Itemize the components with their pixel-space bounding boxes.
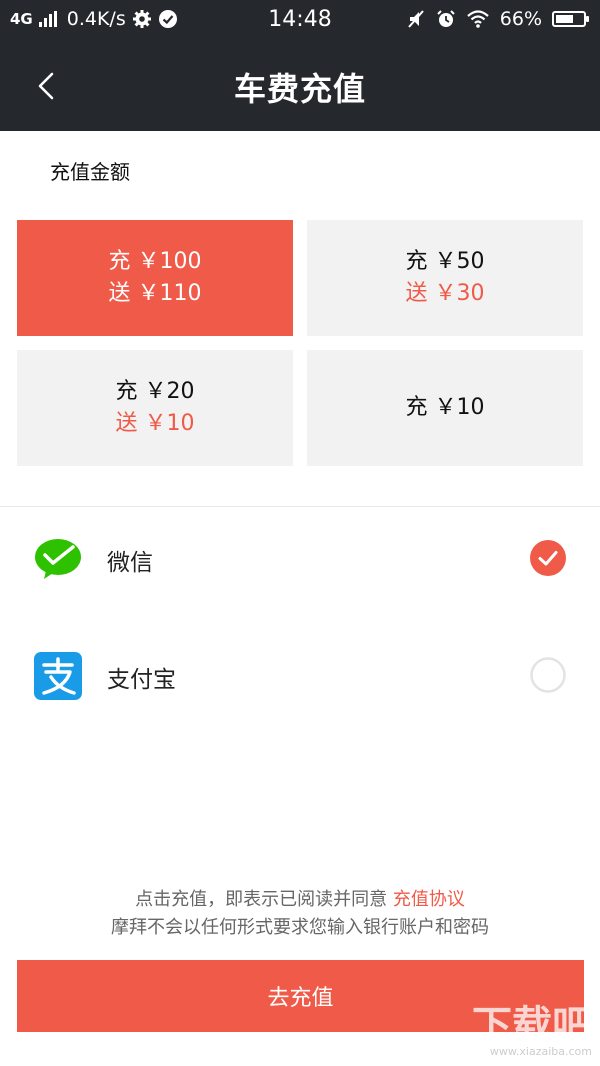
watermark-text: 下载吧 xyxy=(472,1003,592,1049)
charge-amount: 充 ￥50 xyxy=(405,249,485,274)
amount-section-label: 充值金额 xyxy=(50,160,130,184)
mute-icon xyxy=(408,10,424,28)
radio-checked-icon[interactable] xyxy=(530,540,566,576)
payment-option-wechat[interactable]: 微信 xyxy=(0,503,600,613)
agreement-link[interactable]: 充值协议 xyxy=(393,889,465,910)
alipay-icon xyxy=(34,652,82,700)
agreement-text: 点击充值，即表示已阅读并同意 xyxy=(135,889,393,910)
wifi-icon xyxy=(467,10,489,28)
charge-amount: 充 ￥100 xyxy=(108,249,202,274)
amount-option-100[interactable]: 充 ￥100 送 ￥110 xyxy=(17,220,293,336)
watermark-url: www.xiazaiba.com xyxy=(489,1045,592,1058)
navigation-bar: 车费充值 xyxy=(0,40,600,131)
security-notice: 摩拜不会以任何形式要求您输入银行账户和密码 xyxy=(111,917,489,938)
battery-icon xyxy=(552,11,589,27)
bonus-amount: 送 ￥10 xyxy=(115,411,195,436)
bonus-amount: 送 ￥30 xyxy=(405,281,485,306)
amount-options: 充 ￥100 送 ￥110 充 ￥50 送 ￥30 充 ￥20 送 ￥10 充 … xyxy=(17,220,584,466)
payment-option-alipay[interactable]: 支付宝 xyxy=(0,620,600,730)
bonus-amount: 送 ￥110 xyxy=(108,281,202,306)
charge-amount: 充 ￥10 xyxy=(405,395,485,420)
payment-name: 微信 xyxy=(107,550,153,576)
wechat-icon xyxy=(35,539,81,579)
amount-option-10[interactable]: 充 ￥10 xyxy=(307,350,583,466)
payment-name: 支付宝 xyxy=(107,667,176,693)
battery-level xyxy=(556,15,574,23)
status-right: 66% xyxy=(406,8,589,30)
alarm-icon xyxy=(437,10,455,27)
amount-option-50[interactable]: 充 ￥50 送 ￥30 xyxy=(307,220,583,336)
top-bar: 4G 0.4K/s 14:48 66% 车费充值 xyxy=(0,0,600,131)
amount-option-20[interactable]: 充 ￥20 送 ￥10 xyxy=(17,350,293,466)
watermark-logo: 下载吧 www.xiazaiba.com xyxy=(472,1006,592,1058)
charge-amount: 充 ￥20 xyxy=(115,379,195,404)
page-title: 车费充值 xyxy=(233,70,366,108)
status-bar: 4G 0.4K/s 14:48 66% xyxy=(0,0,600,40)
agreement-line: 点击充值，即表示已阅读并同意 充值协议 xyxy=(0,886,600,914)
agreement-notice: 点击充值，即表示已阅读并同意 充值协议 摩拜不会以任何形式要求您输入银行账户和密… xyxy=(0,886,600,942)
radio-unchecked-icon[interactable] xyxy=(530,657,566,693)
battery-percent: 66% xyxy=(499,8,542,30)
